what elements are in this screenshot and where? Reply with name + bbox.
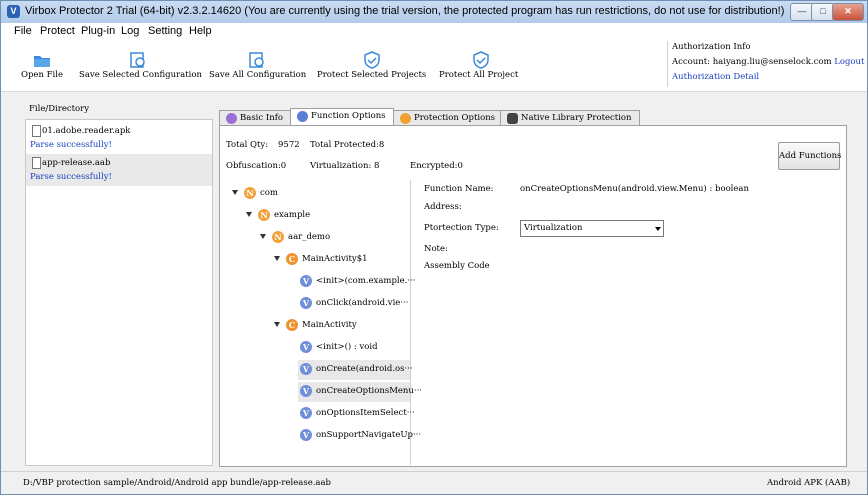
protection-type-select[interactable]: Virtualization — [520, 220, 664, 237]
auth-heading: Authorization Info — [672, 42, 751, 52]
tree-node[interactable]: N com — [228, 184, 378, 204]
method-icon: V — [300, 407, 312, 419]
tab-function-options[interactable]: Function Options — [290, 108, 394, 126]
expand-arrow-icon[interactable] — [232, 190, 238, 195]
menu-help[interactable]: Help — [189, 25, 212, 37]
tab-basic-info[interactable]: Basic Info — [219, 110, 291, 126]
shield-icon — [364, 51, 380, 69]
gear-doc-icon — [249, 52, 264, 68]
gear-doc-icon — [130, 52, 145, 68]
file-item-apk[interactable]: 01.adobe.reader.apk Parse successfully! — [26, 122, 212, 154]
tree-node[interactable]: V onClick(android.vie··· — [298, 294, 410, 314]
package-icon: N — [258, 209, 270, 221]
function-name-label: Function Name: — [424, 184, 494, 194]
obfuscation-count: Obfuscation:0 — [226, 161, 287, 171]
function-tree: N com N example N aar_demo C MainActivit… — [220, 180, 422, 465]
account-text: Account: haiyang.liu@senselock.com — [672, 57, 832, 67]
method-icon: V — [300, 297, 312, 309]
tree-node[interactable]: C MainActivity — [270, 316, 400, 336]
app-logo-icon: V — [7, 5, 20, 18]
menu-protect[interactable]: Protect — [40, 25, 75, 37]
shield-icon — [473, 51, 489, 69]
menu-file[interactable]: File — [14, 25, 32, 37]
tree-node[interactable]: N aar_demo — [256, 228, 396, 248]
method-icon: V — [300, 385, 312, 397]
document-icon — [32, 157, 41, 169]
protection-icon — [400, 113, 411, 124]
expand-arrow-icon[interactable] — [260, 234, 266, 239]
class-icon: C — [286, 319, 298, 331]
menu-bar: File Protect Plug-in Log Setting Help — [1, 23, 867, 39]
document-icon — [32, 125, 41, 137]
package-icon: N — [272, 231, 284, 243]
function-icon — [297, 111, 308, 122]
total-protected: Total Protected:8 — [310, 140, 385, 150]
method-icon: V — [300, 275, 312, 287]
assembly-code-label: Assembly Code — [424, 261, 490, 271]
protect-selected-projects-button[interactable]: Protect Selected Projects — [317, 39, 427, 91]
save-all-configuration-button[interactable]: Save All Configuration — [209, 39, 306, 91]
address-label: Address: — [424, 202, 462, 212]
linux-icon — [507, 113, 518, 124]
folder-icon — [34, 56, 50, 67]
tree-node[interactable]: V onSupportNavigateUp··· — [298, 426, 421, 446]
note-label: Note: — [424, 244, 448, 254]
file-directory-panel: File/Directory 01.adobe.reader.apk Parse… — [23, 101, 213, 466]
tree-node[interactable]: V onCreateOptionsMenu··· — [298, 382, 422, 402]
expand-arrow-icon[interactable] — [246, 212, 252, 217]
menu-plugin[interactable]: Plug-in — [81, 25, 115, 37]
info-icon — [226, 113, 237, 124]
window-title: Virbox Protector 2 Trial (64-bit) v2.3.2… — [25, 5, 785, 17]
package-icon: N — [244, 187, 256, 199]
tab-native-library-protection[interactable]: Native Library Protection — [500, 110, 640, 126]
virtualization-count: Virtualization: 8 — [310, 161, 380, 171]
chevron-down-icon — [655, 227, 661, 231]
file-directory-label: File/Directory — [29, 104, 90, 114]
protect-all-project-button[interactable]: Protect All Project — [439, 39, 523, 91]
total-qty-label: Total Qty: — [226, 140, 269, 150]
logout-link[interactable]: Logout — [834, 57, 864, 67]
expand-arrow-icon[interactable] — [274, 322, 280, 327]
auth-account-row: Account: haiyang.liu@senselock.com Logou… — [672, 57, 864, 67]
method-icon: V — [300, 363, 312, 375]
status-bar: D:/VBP protection sample/Android/Android… — [1, 471, 867, 494]
method-icon: V — [300, 429, 312, 441]
authorization-info: Authorization Info Account: haiyang.liu@… — [667, 41, 864, 87]
save-selected-configuration-button[interactable]: Save Selected Configuration — [79, 39, 202, 91]
function-name-value: onCreateOptionsMenu(android.view.Menu) :… — [520, 184, 749, 194]
menu-log[interactable]: Log — [121, 25, 139, 37]
encrypted-count: Encrypted:0 — [410, 161, 463, 171]
status-path: D:/VBP protection sample/Android/Android… — [23, 478, 332, 488]
tree-node[interactable]: V <init>() : void — [298, 338, 410, 358]
class-icon: C — [286, 253, 298, 265]
authorization-detail-link[interactable]: Authorization Detail — [672, 72, 759, 82]
menu-setting[interactable]: Setting — [148, 25, 182, 37]
tree-node[interactable]: V onCreate(android.os··· — [298, 360, 413, 380]
method-icon: V — [300, 341, 312, 353]
tree-node[interactable]: V <init>(com.example.··· — [298, 272, 415, 292]
tree-node[interactable]: C MainActivity$1 — [270, 250, 400, 270]
tab-bar: Basic Info Function Options Protection O… — [219, 108, 859, 126]
add-functions-button[interactable]: Add Functions — [778, 142, 841, 170]
status-mode: Android APK (AAB) — [767, 478, 851, 488]
app-window: V Virbox Protector 2 Trial (64-bit) v2.3… — [0, 0, 868, 495]
function-options-panel: Total Qty: 9572 Total Protected:8 Obfusc… — [219, 125, 847, 467]
file-item-aab[interactable]: app-release.aab Parse successfully! — [26, 154, 212, 186]
protection-type-label: Ptortection Type: — [424, 223, 499, 233]
close-button[interactable]: ✕ — [832, 3, 864, 21]
tree-node[interactable]: N example — [242, 206, 392, 226]
expand-arrow-icon[interactable] — [274, 256, 280, 261]
tab-protection-options[interactable]: Protection Options — [393, 110, 501, 126]
open-file-button[interactable]: Open File — [21, 39, 63, 91]
file-list: 01.adobe.reader.apk Parse successfully! … — [25, 119, 213, 466]
total-qty-value: 9572 — [278, 140, 300, 150]
title-bar: V Virbox Protector 2 Trial (64-bit) v2.3… — [1, 1, 867, 23]
tree-node[interactable]: V onOptionsItemSelect··· — [298, 404, 415, 424]
